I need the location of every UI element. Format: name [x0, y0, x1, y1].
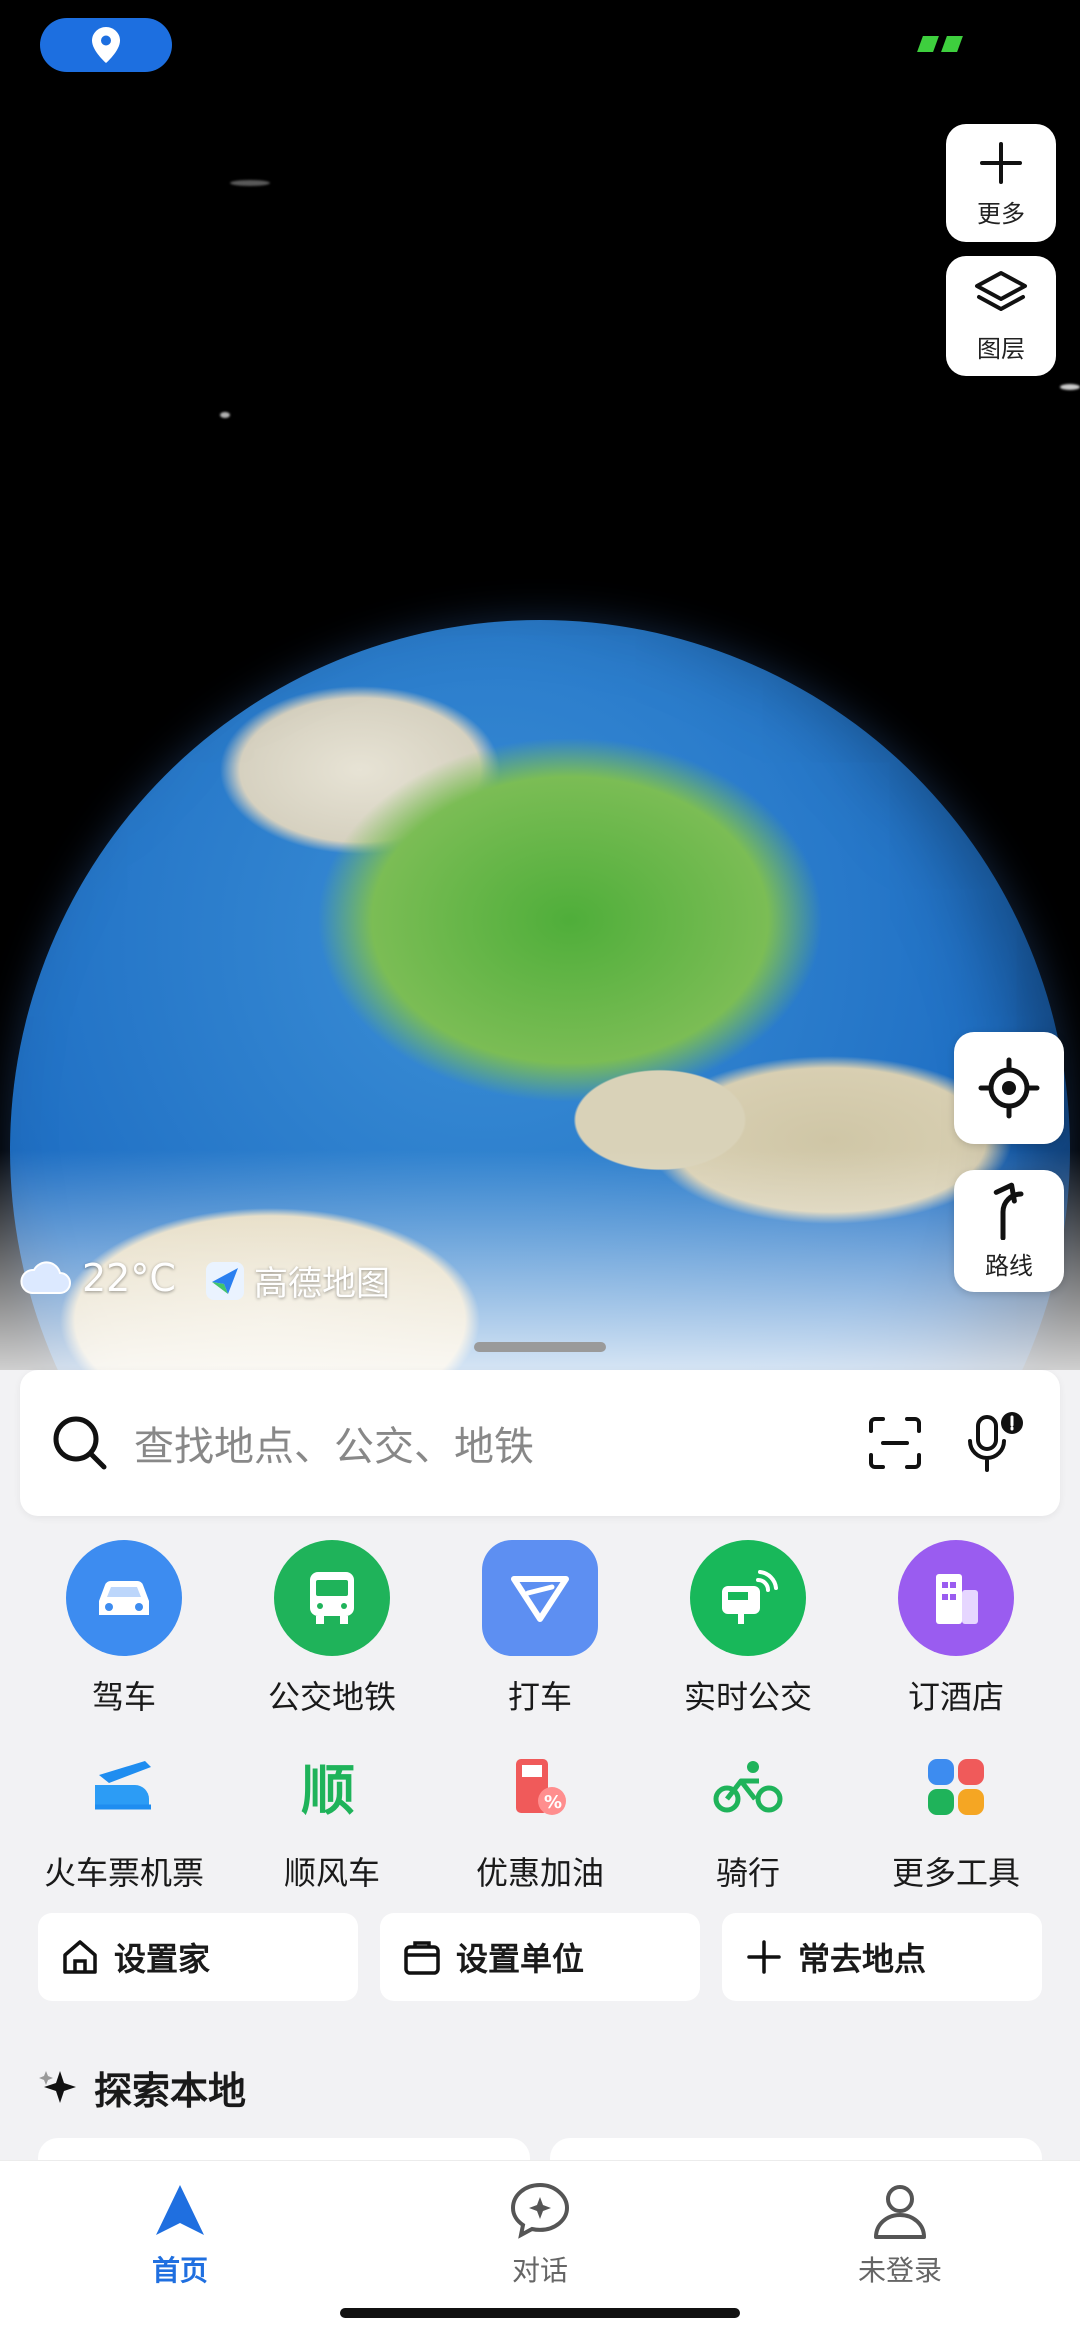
search-placeholder[interactable]: 查找地点、公交、地铁: [134, 1414, 830, 1472]
tools-row-primary: 驾车 公交地铁 打车 实时公交 订酒店: [0, 1540, 1080, 1718]
tools-grid: 驾车 公交地铁 打车 实时公交 订酒店 火车票机票 顺 顺风车 % 优惠加油 骑…: [0, 1540, 1080, 1894]
brand-name: 高德地图: [254, 1264, 390, 1304]
home-icon: [63, 1940, 97, 1974]
map-view[interactable]: [0, 0, 1080, 1380]
explore-title: 探索本地: [94, 2069, 247, 2113]
hotel-icon: [898, 1540, 1014, 1656]
tool-drive-label: 驾车: [91, 1678, 156, 1716]
tool-bike-label: 骑行: [715, 1854, 780, 1892]
add-frequent-place-button[interactable]: 常去地点: [722, 1913, 1042, 2001]
route-label: 路线: [985, 1251, 1033, 1280]
weather-widget[interactable]: 22°C: [18, 1256, 176, 1300]
navigation-arrow-icon: [156, 2185, 204, 2235]
layers-button[interactable]: 图层: [946, 256, 1056, 376]
search-icon: [53, 1416, 107, 1470]
tool-more-tools-label: 更多工具: [891, 1854, 1020, 1892]
tool-taxi[interactable]: 打车: [440, 1540, 640, 1718]
set-work-button[interactable]: 设置单位: [380, 1913, 700, 2001]
plus-icon: [980, 141, 1022, 184]
tool-fuel[interactable]: % 优惠加油: [440, 1742, 640, 1894]
tool-realtime-bus-label: 实时公交: [683, 1678, 812, 1716]
search-bar[interactable]: 查找地点、公交、地铁: [20, 1370, 1060, 1516]
taxi-icon: [482, 1540, 598, 1656]
amap-logo-icon: [206, 1261, 244, 1300]
more-tools-icon: [911, 1742, 1001, 1832]
tool-train-plane-label: 火车票机票: [43, 1854, 204, 1892]
tool-taxi-label: 打车: [507, 1678, 572, 1716]
set-work-label: 设置单位: [456, 1940, 585, 1978]
fuel-icon: %: [495, 1742, 585, 1832]
nav-home-label: 首页: [151, 2254, 208, 2287]
svg-text:%: %: [544, 1792, 562, 1813]
status-indicator: [917, 36, 963, 52]
tool-drive[interactable]: 驾车: [24, 1540, 224, 1718]
tool-transit-label: 公交地铁: [267, 1678, 396, 1716]
scan-button[interactable]: [860, 1408, 930, 1478]
tools-row-secondary: 火车票机票 顺 顺风车 % 优惠加油 骑行 更多工具: [0, 1742, 1080, 1894]
bus-icon: [274, 1540, 390, 1656]
tool-realtime-bus[interactable]: 实时公交: [648, 1540, 848, 1718]
briefcase-icon: [404, 1941, 440, 1975]
tool-transit[interactable]: 公交地铁: [232, 1540, 432, 1718]
route-button[interactable]: 路线: [954, 1170, 1064, 1292]
plus-icon: [747, 1940, 781, 1974]
frequent-place-label: 常去地点: [798, 1940, 927, 1978]
locate-icon: [978, 1057, 1040, 1119]
quick-places: 设置家 设置单位 常去地点: [38, 1913, 1042, 2001]
car-icon: [66, 1540, 182, 1656]
tool-more-tools[interactable]: 更多工具: [856, 1742, 1056, 1894]
location-pin-icon: [92, 27, 120, 63]
nav-home[interactable]: 首页: [60, 2181, 300, 2340]
svg-text:顺: 顺: [301, 1759, 355, 1819]
nav-chat-label: 对话: [511, 2254, 568, 2287]
tool-hotel[interactable]: 订酒店: [856, 1540, 1056, 1718]
tool-train-plane[interactable]: 火车票机票: [24, 1742, 224, 1894]
app-screen: 更多 图层 路线 22°C 高德地图 查找地点、公交、地铁 驾车 公交地铁 打车…: [0, 0, 1080, 2340]
explore-section-header: 探索本地: [38, 2060, 246, 2115]
set-home-label: 设置家: [114, 1940, 211, 1978]
user-icon: [874, 2185, 926, 2239]
nav-account-label: 未登录: [857, 2254, 942, 2287]
home-indicator[interactable]: [340, 2308, 740, 2318]
voice-button[interactable]: [960, 1408, 1030, 1478]
tool-hotel-label: 订酒店: [907, 1678, 1004, 1716]
chat-bubble-icon: [510, 2182, 570, 2239]
carpool-icon: 顺: [287, 1742, 377, 1832]
my-location-button[interactable]: [954, 1032, 1064, 1144]
scan-icon: [869, 1417, 921, 1469]
layers-label: 图层: [977, 334, 1025, 363]
tool-carpool-label: 顺风车: [283, 1854, 380, 1892]
brand-logo: 高德地图: [204, 1256, 390, 1305]
cloud-icon: [20, 1261, 71, 1294]
layers-icon: [975, 270, 1027, 311]
bike-icon: [703, 1742, 793, 1832]
route-arrow-icon: [993, 1182, 1024, 1240]
location-pill-button[interactable]: [40, 18, 172, 72]
set-home-button[interactable]: 设置家: [38, 1913, 358, 2001]
more-label: 更多: [977, 199, 1025, 228]
microphone-icon: [968, 1412, 1023, 1472]
tool-bike[interactable]: 骑行: [648, 1742, 848, 1894]
realtime-bus-icon: [690, 1540, 806, 1656]
temperature: 22°C: [82, 1256, 176, 1300]
nav-account[interactable]: 未登录: [780, 2181, 1020, 2340]
sheet-drag-handle[interactable]: [474, 1342, 606, 1352]
sparkle-icon: [39, 2070, 76, 2103]
more-button[interactable]: 更多: [946, 124, 1056, 242]
tool-carpool[interactable]: 顺 顺风车: [232, 1742, 432, 1894]
train-plane-icon: [79, 1742, 169, 1832]
tool-fuel-label: 优惠加油: [475, 1854, 604, 1892]
